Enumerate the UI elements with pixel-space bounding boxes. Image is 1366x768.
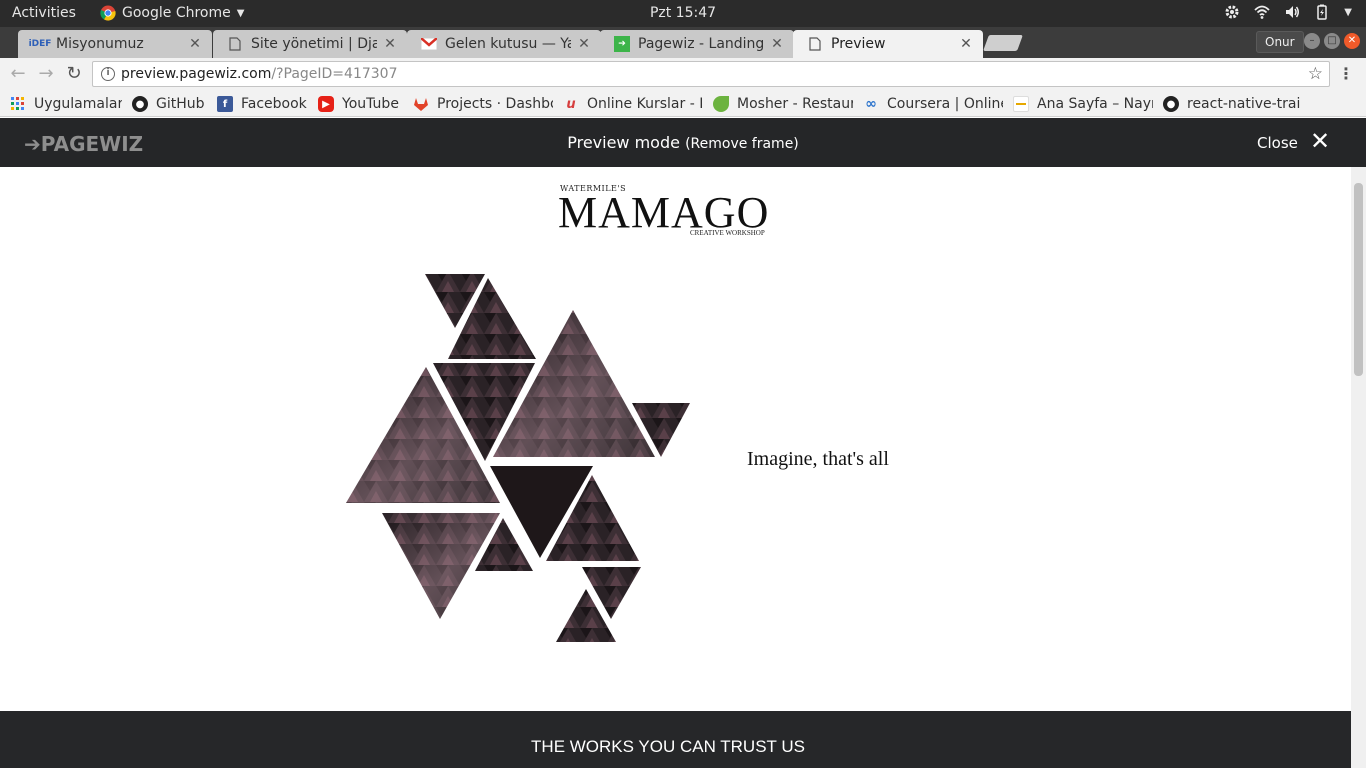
profile-button[interactable]: Onur: [1256, 31, 1304, 53]
browser-toolbar: ← → ↻ i preview.pagewiz.com/?PageID=4173…: [0, 58, 1366, 90]
preview-frame-bar: ➔PAGEWIZ Preview mode (Remove frame) Clo…: [0, 118, 1366, 167]
new-tab-button[interactable]: [983, 35, 1023, 51]
bookmark-github[interactable]: ● GitHub: [132, 94, 210, 114]
coursera-icon: ∞: [865, 96, 877, 112]
close-icon[interactable]: ✕: [577, 36, 591, 52]
page-icon: [807, 36, 823, 52]
works-section: THE WORKS YOU CAN TRUST US: [0, 711, 1351, 768]
app-name: Google Chrome: [122, 5, 231, 21]
close-window-icon[interactable]: ✕: [1344, 33, 1360, 49]
window-controls: – □ ✕: [1304, 33, 1360, 49]
volume-icon[interactable]: [1284, 4, 1300, 20]
tab-pagewiz[interactable]: ➔ Pagewiz - Landing P ✕: [600, 30, 794, 58]
triangle-art-image: [346, 274, 690, 642]
chevron-down-icon: ▼: [236, 7, 245, 19]
app-menu[interactable]: Google Chrome ▼: [100, 5, 244, 21]
back-icon[interactable]: ←: [8, 64, 28, 84]
close-icon[interactable]: ✕: [770, 36, 784, 52]
close-icon[interactable]: ✕: [383, 36, 397, 52]
wifi-icon[interactable]: [1254, 4, 1270, 20]
page-content: WATERMILE'S MAMAGO CREATIVE WORKSHOP Ima…: [0, 167, 1351, 768]
page-scrollbar[interactable]: [1351, 167, 1366, 768]
maximize-icon[interactable]: □: [1324, 33, 1340, 49]
star-icon[interactable]: ☆: [1308, 64, 1323, 84]
pagewiz-icon: ➔: [614, 36, 630, 52]
bookmark-mosher[interactable]: Mosher - Restaur: [713, 94, 853, 114]
battery-icon[interactable]: [1314, 4, 1330, 20]
bookmarks-bar: Uygulamalar ● GitHub f Facebook ▶ YouTub…: [0, 90, 1366, 117]
tab-strip: iDEF Misyonumuz ✕ Site yönetimi | Djan ✕…: [0, 27, 1366, 58]
activities-button[interactable]: Activities: [12, 5, 76, 21]
triangle-shapes: [346, 274, 690, 642]
bookmark-apps[interactable]: Uygulamalar: [10, 94, 122, 114]
menu-icon[interactable]: ⋮: [1338, 64, 1354, 83]
chrome-icon: [100, 5, 116, 21]
section-title: THE WORKS YOU CAN TRUST US: [531, 737, 805, 756]
idef-icon: iDEF: [28, 39, 52, 49]
mamago-logo: WATERMILE'S MAMAGO CREATIVE WORKSHOP: [558, 183, 778, 243]
arrow-icon: ➔: [24, 132, 41, 156]
bookmark-coursera[interactable]: ∞ Coursera | Online: [863, 94, 1003, 114]
url-host: preview.pagewiz.com: [121, 66, 272, 82]
close-icon[interactable]: ✕: [1310, 128, 1330, 154]
preview-mode-label: Preview mode: [567, 133, 680, 152]
clock[interactable]: Pzt 15:47: [650, 5, 716, 21]
bookmark-gitlab[interactable]: Projects · Dashbo: [413, 94, 553, 114]
youtube-icon: ▶: [318, 96, 334, 112]
pagewiz-logo[interactable]: ➔PAGEWIZ: [24, 132, 143, 156]
close-icon[interactable]: ✕: [188, 36, 202, 52]
minimize-icon[interactable]: –: [1304, 33, 1320, 49]
bookmark-udemy[interactable]: u Online Kurslar - I: [563, 94, 703, 114]
tab-site-yonetimi[interactable]: Site yönetimi | Djan ✕: [213, 30, 407, 58]
scrollbar-thumb[interactable]: [1354, 183, 1363, 376]
url-path: /?PageID=417307: [271, 66, 398, 82]
facebook-icon: f: [217, 96, 233, 112]
system-top-bar: Activities Google Chrome ▼ Pzt 15:47 ▼: [0, 0, 1366, 27]
apps-grid-icon: [10, 96, 26, 112]
leaf-icon: [713, 96, 729, 112]
gitlab-icon: [413, 96, 429, 112]
system-tray[interactable]: ▼: [1224, 4, 1352, 20]
page-icon: [227, 36, 243, 52]
tagline: Imagine, that's all: [747, 448, 889, 470]
logo-sub-text: CREATIVE WORKSHOP: [690, 229, 765, 237]
remove-frame-link[interactable]: (Remove frame): [685, 136, 799, 152]
reload-icon[interactable]: ↻: [64, 64, 84, 84]
gmail-icon: [421, 36, 437, 52]
bookmark-facebook[interactable]: f Facebook: [217, 94, 309, 114]
forward-icon[interactable]: →: [36, 64, 56, 84]
github-icon: ●: [132, 96, 148, 112]
udemy-icon: u: [566, 96, 576, 112]
info-icon[interactable]: i: [101, 67, 115, 81]
tab-preview[interactable]: Preview ✕: [793, 30, 983, 58]
nayn-icon: [1013, 96, 1029, 112]
bookmark-react-native[interactable]: ● react-native-trai: [1163, 94, 1303, 114]
bookmark-nayn[interactable]: Ana Sayfa – Nayn: [1013, 94, 1153, 114]
chevron-down-icon[interactable]: ▼: [1344, 7, 1352, 18]
tab-misyonumuz[interactable]: iDEF Misyonumuz ✕: [18, 30, 212, 58]
tab-gelen-kutusu[interactable]: Gelen kutusu — Yar ✕: [407, 30, 601, 58]
github-icon: ●: [1163, 96, 1179, 112]
settings-icon[interactable]: [1224, 4, 1240, 20]
bookmark-youtube[interactable]: ▶ YouTube: [318, 94, 404, 114]
close-icon[interactable]: ✕: [959, 36, 973, 52]
address-bar[interactable]: i preview.pagewiz.com/?PageID=417307 ☆: [92, 61, 1330, 87]
close-preview-link[interactable]: Close: [1257, 134, 1298, 152]
